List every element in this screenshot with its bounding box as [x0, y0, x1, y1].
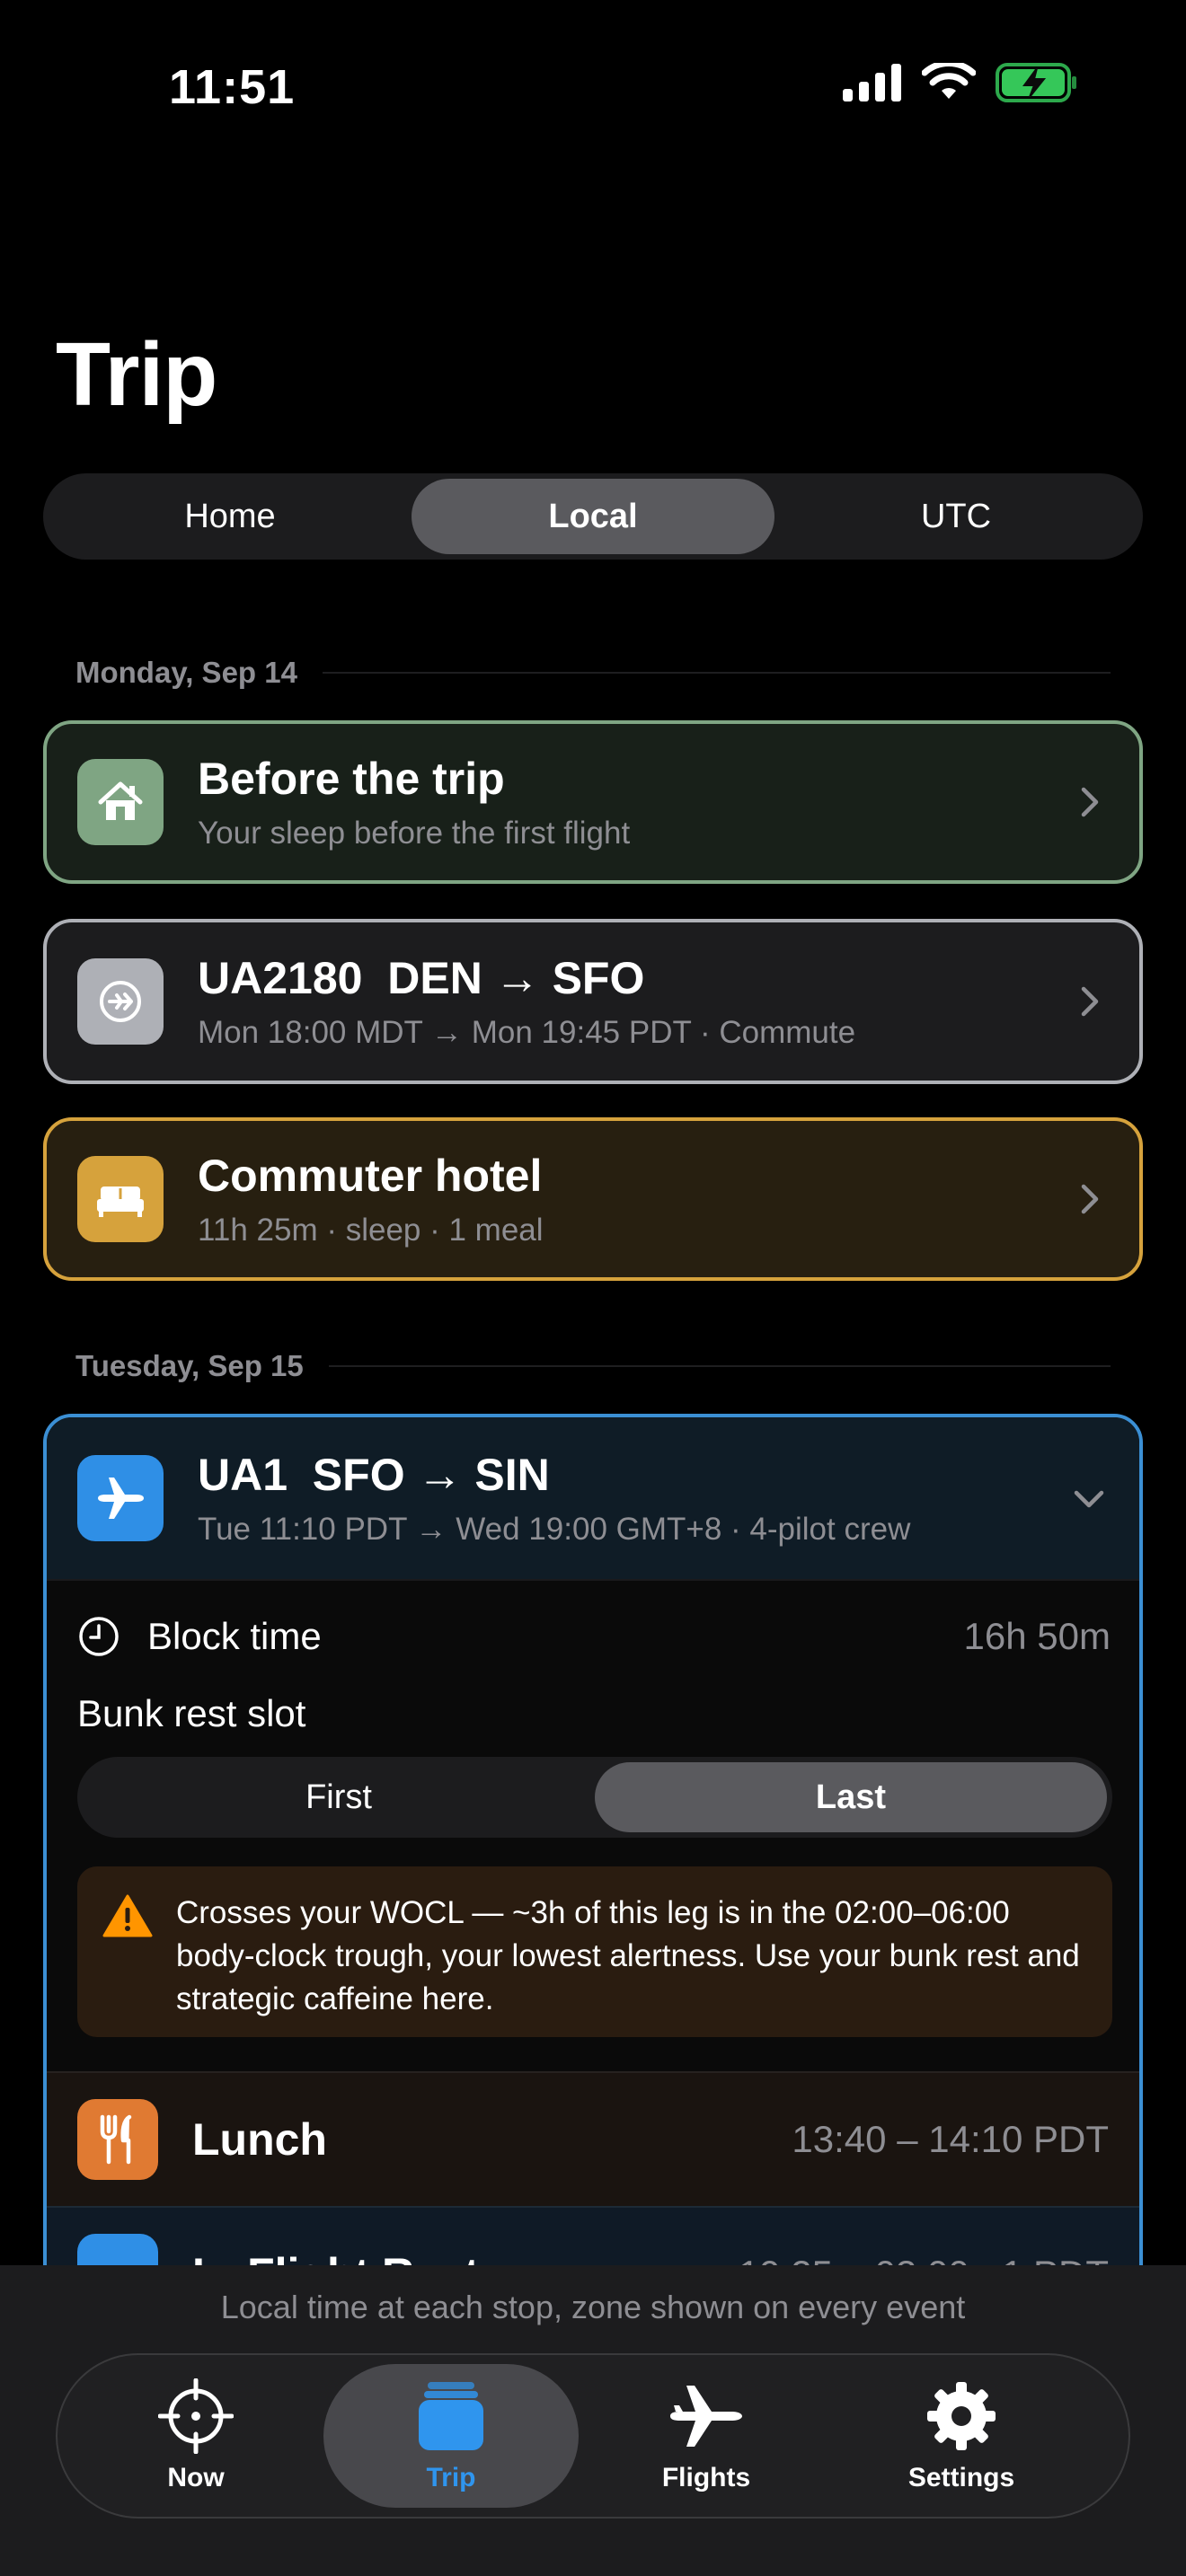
cellular-signal-icon — [843, 64, 901, 101]
wifi-icon — [922, 63, 976, 99]
tab-label: Flights — [661, 2463, 751, 2492]
tab-settings[interactable]: Settings — [834, 2364, 1089, 2508]
event-time: 13:40 – 14:10 PDT — [792, 2118, 1109, 2160]
day-header-divider — [322, 672, 1111, 674]
status-icons — [843, 63, 1078, 102]
page-title: Trip — [56, 324, 217, 425]
card-subtitle: Mon 18:00 MDT → Mon 19:45 PDT · Commute — [198, 1015, 856, 1050]
warning-text: Crosses your WOCL — ~3h of this leg is i… — [176, 1895, 1080, 2016]
plane-circle-icon — [77, 958, 164, 1045]
tab-flights[interactable]: Flights — [579, 2364, 834, 2508]
status-time: 11:51 — [169, 60, 296, 114]
card-subtitle: 11h 25m · sleep · 1 meal — [198, 1213, 544, 1248]
segment-home[interactable]: Home — [49, 479, 412, 554]
wocl-warning: Crosses your WOCL — ~3h of this leg is i… — [77, 1866, 1112, 2037]
tab-label: Now — [167, 2463, 225, 2492]
warning-icon — [102, 1894, 153, 1937]
day-header-divider — [328, 1365, 1111, 1367]
clock-icon — [79, 1617, 119, 1656]
event-row-lunch[interactable]: Lunch 13:40 – 14:10 PDT — [47, 2071, 1139, 2206]
card-subtitle: Tue 11:10 PDT → Wed 19:00 GMT+8 · 4-pilo… — [198, 1512, 911, 1547]
card-title: Commuter hotel — [198, 1151, 543, 1201]
card-title: UA2180 DEN → SFO — [198, 953, 645, 1003]
chevron-right-icon — [1081, 787, 1099, 817]
before-trip-card[interactable]: Before the trip Your sleep before the fi… — [43, 720, 1143, 884]
tab-label: Settings — [907, 2463, 1015, 2492]
airplane-icon — [77, 1455, 164, 1541]
card-title: UA1 SFO → SIN — [198, 1450, 550, 1500]
tab-bar: Now Trip Flights Settings — [56, 2353, 1130, 2519]
airplane-icon — [670, 2386, 742, 2447]
bunk-rest-label: Bunk rest slot — [77, 1692, 306, 1734]
block-time-value: 16h 50m — [963, 1615, 1111, 1657]
segment-local[interactable]: Local — [412, 479, 774, 554]
chevron-right-icon — [1081, 986, 1099, 1017]
chevron-right-icon — [1081, 1184, 1099, 1214]
card-title: Before the trip — [198, 754, 505, 804]
bed-icon — [77, 1156, 164, 1242]
crosshair-icon — [158, 2378, 234, 2454]
block-time-row: Block time 16h 50m — [77, 1615, 1111, 1658]
segment-utc[interactable]: UTC — [774, 479, 1137, 554]
segment-first[interactable]: First — [83, 1762, 595, 1832]
bunk-rest-segmented-control: First Last — [77, 1757, 1112, 1838]
flight-card-header[interactable]: UA1 SFO → SIN Tue 11:10 PDT → Wed 19:00 … — [47, 1417, 1139, 1581]
footer-note: Local time at each stop, zone shown on e… — [220, 2289, 966, 2325]
tab-now[interactable]: Now — [68, 2364, 323, 2508]
day-header: Monday, Sep 14 — [75, 656, 1111, 690]
fork-knife-icon — [77, 2099, 158, 2180]
tab-label: Trip — [426, 2463, 476, 2492]
tab-trip[interactable]: Trip — [323, 2364, 579, 2508]
gear-icon — [927, 2382, 996, 2450]
chevron-down-icon[interactable] — [1071, 1480, 1107, 1516]
segment-last[interactable]: Last — [595, 1762, 1107, 1832]
card-subtitle: Your sleep before the first flight — [198, 816, 631, 851]
day-header-label: Monday, Sep 14 — [75, 656, 297, 689]
time-mode-segmented-control: Home Local UTC — [43, 473, 1143, 560]
hotel-card[interactable]: Commuter hotel 11h 25m · sleep · 1 meal — [43, 1117, 1143, 1281]
battery-charging-icon — [996, 63, 1076, 102]
flight-card-ua2180[interactable]: UA2180 DEN → SFO Mon 18:00 MDT → Mon 19:… — [43, 919, 1143, 1084]
event-name: Lunch — [192, 2114, 327, 2165]
stack-icon — [419, 2382, 483, 2450]
house-icon — [77, 759, 164, 845]
block-time-label: Block time — [147, 1615, 322, 1657]
day-header-label: Tuesday, Sep 15 — [75, 1349, 304, 1382]
day-header: Tuesday, Sep 15 — [75, 1349, 1111, 1383]
